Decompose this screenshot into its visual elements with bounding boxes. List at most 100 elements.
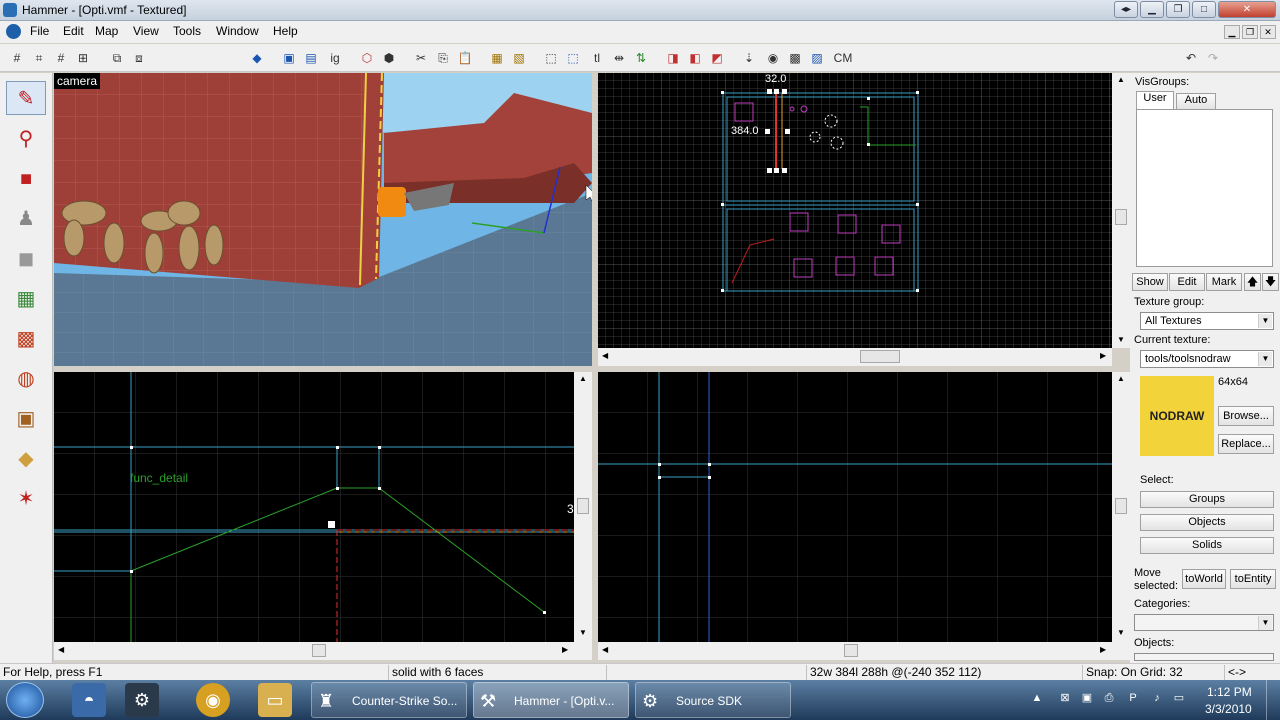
- scroll-down-icon[interactable]: ▼: [1117, 335, 1125, 344]
- task-counter-strike[interactable]: ♜ Counter-Strike So...: [311, 682, 467, 718]
- tab-user[interactable]: User: [1136, 91, 1174, 109]
- menu-window[interactable]: Window: [216, 24, 259, 38]
- scroll-thumb[interactable]: [844, 644, 858, 657]
- move-down-icon[interactable]: 🡇: [1262, 273, 1279, 291]
- to-entity-button[interactable]: toEntity: [1230, 569, 1276, 589]
- toggle-texlock-icon[interactable]: ◆: [248, 49, 266, 67]
- front-view-horizontal-scrollbar[interactable]: ◀ ▶: [598, 642, 1130, 660]
- replace-button[interactable]: Replace...: [1218, 434, 1274, 454]
- side-view-vertical-scrollbar[interactable]: ▲ ▼: [574, 372, 592, 642]
- flip-vertical-icon[interactable]: ⇅: [632, 49, 650, 67]
- categories-select[interactable]: ▼: [1134, 614, 1274, 631]
- scroll-right-icon[interactable]: ▶: [1100, 351, 1106, 360]
- visgroups-list[interactable]: [1136, 109, 1273, 267]
- show-button[interactable]: Show: [1132, 273, 1168, 291]
- edit-button[interactable]: Edit: [1169, 273, 1205, 291]
- scroll-left-icon[interactable]: ◀: [602, 645, 608, 654]
- minimize-button[interactable]: ▁: [1140, 1, 1164, 18]
- menu-view[interactable]: View: [133, 24, 159, 38]
- start-button[interactable]: [6, 682, 44, 718]
- selection-tool-icon[interactable]: ✎: [6, 81, 46, 115]
- clock-date[interactable]: 3/3/2010: [1205, 702, 1252, 716]
- show-desktop-button[interactable]: [1266, 680, 1280, 720]
- texture-application-icon[interactable]: ▦: [6, 281, 46, 315]
- entity-tool-icon[interactable]: ♟: [6, 201, 46, 235]
- selection-tool-icon[interactable]: ⬚: [564, 49, 582, 67]
- select-box-icon[interactable]: ⬚: [542, 49, 560, 67]
- folder-icon[interactable]: ▭: [258, 683, 292, 717]
- camera-tool-icon[interactable]: ■: [6, 161, 46, 195]
- grid-toggle-icon[interactable]: #: [8, 49, 26, 67]
- carve-icon[interactable]: ⬡: [358, 49, 376, 67]
- entity-report-icon[interactable]: ◩: [708, 49, 726, 67]
- hollow-icon[interactable]: ⬢: [380, 49, 398, 67]
- scroll-down-icon[interactable]: ▼: [1117, 628, 1125, 637]
- scroll-up-icon[interactable]: ▲: [579, 374, 587, 383]
- paste-icon[interactable]: 📋: [456, 49, 474, 67]
- ungroup-icon[interactable]: ⧈: [130, 49, 148, 67]
- objects-select[interactable]: [1134, 653, 1274, 661]
- hl-icon[interactable]: ◓: [72, 683, 106, 717]
- select-objects-button[interactable]: Objects: [1140, 514, 1274, 531]
- maximize-button[interactable]: □: [1192, 1, 1216, 18]
- scroll-right-icon[interactable]: ▶: [562, 645, 568, 654]
- texture-group-select[interactable]: All Textures ▼: [1140, 312, 1274, 330]
- mdi-minimize-icon[interactable]: ▁: [1224, 25, 1240, 39]
- menu-help[interactable]: Help: [273, 24, 298, 38]
- texture-scale-lock-icon[interactable]: ▧: [510, 49, 528, 67]
- menu-map[interactable]: Map: [95, 24, 118, 38]
- mark-button[interactable]: Mark: [1206, 273, 1242, 291]
- volume-icon[interactable]: ♪: [1150, 691, 1164, 705]
- clock-time[interactable]: 1:12 PM: [1207, 685, 1252, 699]
- cut-icon[interactable]: ✂: [412, 49, 430, 67]
- clipping-tool-icon[interactable]: ◆: [6, 441, 46, 475]
- select-solids-button[interactable]: Solids: [1140, 537, 1274, 554]
- close-button[interactable]: ✕: [1218, 1, 1276, 18]
- to-world-button[interactable]: toWorld: [1182, 569, 1226, 589]
- scroll-thumb[interactable]: [312, 644, 326, 657]
- apply-texture-icon[interactable]: ▩: [6, 321, 46, 355]
- show-hidden-icons[interactable]: ▲: [1030, 691, 1044, 705]
- check-map-icon[interactable]: ◧: [686, 49, 704, 67]
- scroll-thumb[interactable]: [577, 498, 589, 514]
- hide-selected-icon[interactable]: ▣: [280, 49, 298, 67]
- cordon-button[interactable]: CM: [832, 49, 854, 67]
- steam-icon[interactable]: ⚙: [125, 683, 159, 717]
- scroll-right-icon[interactable]: ▶: [1100, 645, 1106, 654]
- side-view-horizontal-scrollbar[interactable]: ◀ ▶: [54, 642, 592, 660]
- grid-larger-icon[interactable]: #: [52, 49, 70, 67]
- task-hammer[interactable]: ⚒ Hammer - [Opti.v...: [473, 682, 629, 718]
- flip-horizontal-icon[interactable]: ⇹: [610, 49, 628, 67]
- scroll-up-icon[interactable]: ▲: [1117, 75, 1125, 84]
- magnify-tool-icon[interactable]: ⚲: [6, 121, 46, 155]
- browse-button[interactable]: Browse...: [1218, 406, 1274, 426]
- ignore-groups-icon[interactable]: ig: [326, 49, 344, 67]
- copy-icon[interactable]: ⎘: [434, 49, 452, 67]
- group-icon[interactable]: ⧉: [108, 49, 126, 67]
- decal-tool-icon[interactable]: ◍: [6, 361, 46, 395]
- overlay-tool-icon[interactable]: ▣: [6, 401, 46, 435]
- move-up-icon[interactable]: 🡅: [1244, 273, 1261, 291]
- scroll-thumb[interactable]: [1115, 209, 1127, 225]
- top-2d-viewport[interactable]: 32.0 384.0: [598, 73, 1112, 348]
- mdi-restore-icon[interactable]: ❐: [1242, 25, 1258, 39]
- menu-file[interactable]: File: [30, 24, 49, 38]
- front-2d-viewport[interactable]: [598, 372, 1112, 642]
- vertex-tool-icon[interactable]: ⇣: [740, 49, 758, 67]
- top-view-vertical-scrollbar[interactable]: ▲ ▼: [1112, 73, 1130, 348]
- texture-preview[interactable]: NODRAW: [1140, 376, 1214, 456]
- camera-viewport[interactable]: camera: [54, 73, 592, 366]
- toggle-helpers-icon[interactable]: ▩: [786, 49, 804, 67]
- block-tool-icon[interactable]: ◼: [6, 241, 46, 275]
- vertex-manipulation-icon[interactable]: ✶: [6, 481, 46, 515]
- menu-edit[interactable]: Edit: [63, 24, 84, 38]
- tray-icon[interactable]: ▣: [1080, 691, 1094, 705]
- side-2d-viewport[interactable]: func_detail 3: [54, 372, 574, 642]
- front-view-vertical-scrollbar[interactable]: ▲ ▼: [1112, 372, 1130, 642]
- grid-snap-icon[interactable]: ⊞: [74, 49, 92, 67]
- undo-icon[interactable]: ↶: [1182, 49, 1200, 67]
- run-map-icon[interactable]: ◨: [664, 49, 682, 67]
- network-icon[interactable]: ⊠: [1058, 691, 1072, 705]
- scroll-thumb[interactable]: [1115, 498, 1127, 514]
- p-icon[interactable]: P: [1126, 691, 1140, 705]
